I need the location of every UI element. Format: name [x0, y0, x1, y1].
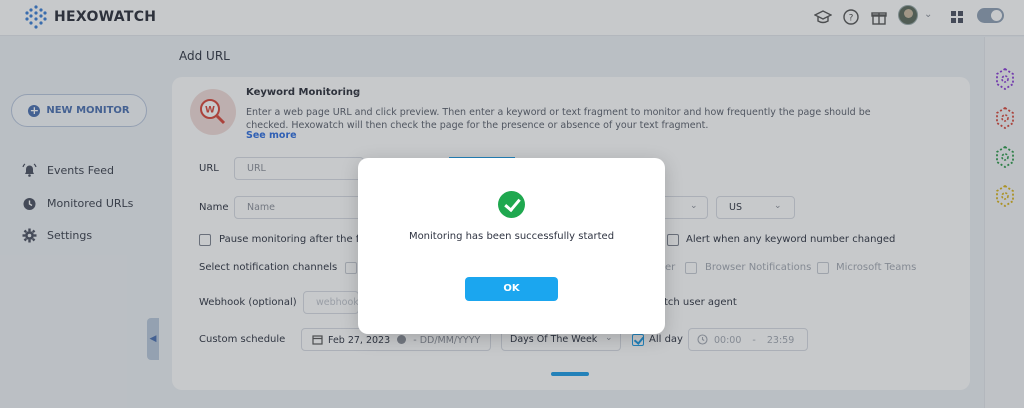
- ok-button[interactable]: OK: [465, 277, 558, 301]
- success-message: Monitoring has been successfully started: [408, 231, 615, 242]
- success-modal: Monitoring has been successfully started…: [358, 158, 665, 334]
- success-check-icon: [498, 191, 525, 218]
